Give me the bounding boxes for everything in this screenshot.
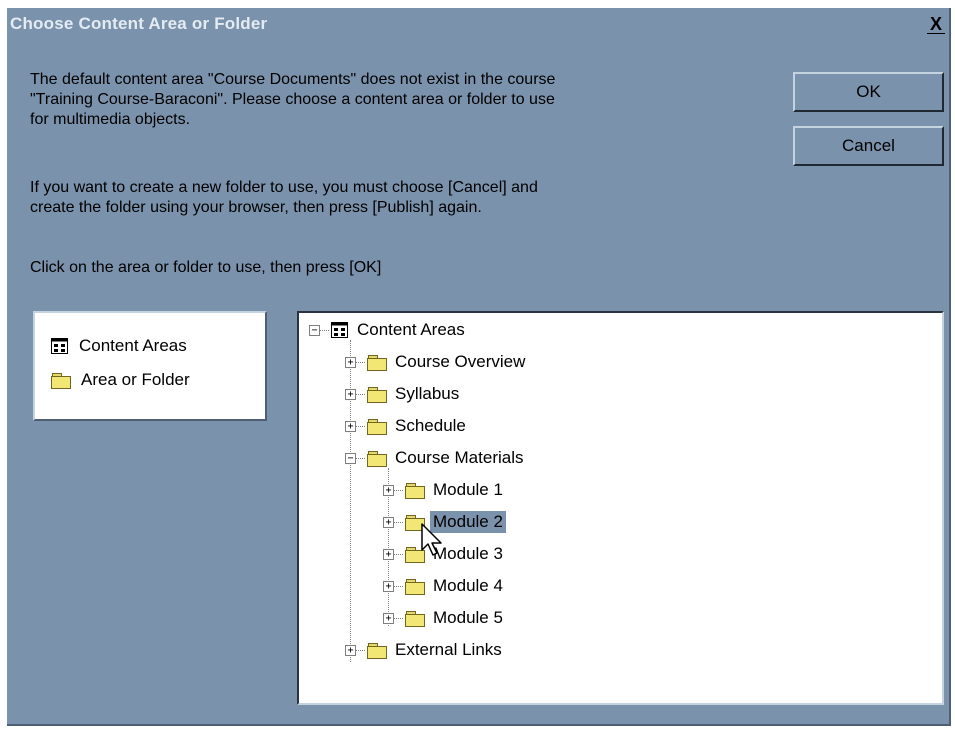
tree-node-label[interactable]: Course Materials: [392, 447, 527, 469]
tree-node-module-1[interactable]: + Module 1: [383, 478, 506, 502]
expand-icon[interactable]: +: [345, 388, 356, 400]
tree-node-label-selected[interactable]: Module 2: [430, 511, 506, 533]
tree-node-label[interactable]: External Links: [392, 639, 505, 661]
ok-button[interactable]: OK: [793, 72, 944, 112]
tree-node-external-links[interactable]: + External Links: [345, 638, 505, 662]
tree-node-module-5[interactable]: + Module 5: [383, 606, 506, 630]
content-areas-icon: [331, 322, 348, 338]
tree-node-schedule[interactable]: + Schedule: [345, 414, 469, 438]
tree-node-module-2[interactable]: + Module 2: [383, 510, 506, 534]
icon-legend: Content Areas Area or Folder: [33, 311, 267, 421]
folder-icon: [367, 354, 387, 371]
folder-icon: [367, 642, 387, 659]
legend-item-area-or-folder: Area or Folder: [51, 369, 190, 391]
folder-icon: [367, 386, 387, 403]
cancel-button[interactable]: Cancel: [793, 126, 944, 166]
title-bar: Choose Content Area or Folder X: [7, 8, 949, 40]
tree-node-module-3[interactable]: + Module 3: [383, 542, 506, 566]
collapse-icon[interactable]: −: [309, 324, 320, 336]
collapse-icon[interactable]: −: [345, 452, 356, 464]
tree-node-label[interactable]: Module 5: [430, 607, 506, 629]
tree-node-label[interactable]: Course Overview: [392, 351, 528, 373]
expand-icon[interactable]: +: [345, 420, 356, 432]
legend-label: Area or Folder: [81, 370, 190, 389]
tree-node-label[interactable]: Schedule: [392, 415, 469, 437]
message-paragraph-3: Click on the area or folder to use, then…: [30, 259, 382, 276]
dialog-title: Choose Content Area or Folder: [10, 14, 268, 33]
folder-icon: [367, 418, 387, 435]
expand-icon[interactable]: +: [383, 612, 394, 624]
folder-icon: [51, 372, 71, 389]
tree-node-course-materials[interactable]: − Course Materials: [345, 446, 527, 470]
choose-content-area-dialog: Choose Content Area or Folder X The defa…: [7, 8, 951, 726]
content-tree[interactable]: − Content Areas + Course Overview + Syll…: [297, 311, 944, 705]
tree-node-label[interactable]: Module 4: [430, 575, 506, 597]
message-paragraph-1: The default content area "Course Documen…: [30, 71, 556, 128]
tree-node-label[interactable]: Module 1: [430, 479, 506, 501]
folder-icon: [405, 578, 425, 595]
folder-icon: [405, 514, 425, 531]
message-paragraph-2: If you want to create a new folder to us…: [30, 179, 538, 216]
expand-icon[interactable]: +: [383, 484, 394, 496]
expand-icon[interactable]: +: [345, 356, 356, 368]
tree-node-label[interactable]: Content Areas: [354, 319, 468, 341]
tree-node-label[interactable]: Syllabus: [392, 383, 462, 405]
expand-icon[interactable]: +: [383, 548, 394, 560]
folder-icon: [405, 482, 425, 499]
close-button[interactable]: X: [927, 15, 945, 34]
folder-icon: [367, 450, 387, 467]
expand-icon[interactable]: +: [383, 516, 394, 528]
tree-node-syllabus[interactable]: + Syllabus: [345, 382, 462, 406]
content-areas-icon: [51, 338, 68, 354]
tree-node-module-4[interactable]: + Module 4: [383, 574, 506, 598]
legend-label: Content Areas: [79, 336, 187, 355]
expand-icon[interactable]: +: [383, 580, 394, 592]
folder-icon: [405, 546, 425, 563]
tree-node-root[interactable]: − Content Areas: [309, 318, 468, 342]
tree-node-label[interactable]: Module 3: [430, 543, 506, 565]
folder-icon: [405, 610, 425, 627]
tree-node-course-overview[interactable]: + Course Overview: [345, 350, 528, 374]
legend-item-content-areas: Content Areas: [51, 335, 187, 357]
expand-icon[interactable]: +: [345, 644, 356, 656]
